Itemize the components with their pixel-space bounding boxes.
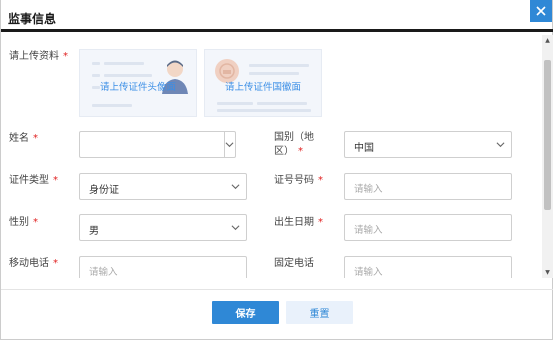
reset-button[interactable]: 重置: [286, 301, 353, 324]
mobile-label: 移动电话 *: [9, 258, 58, 269]
id-type-select[interactable]: 身份证: [79, 173, 247, 200]
dialog-title: 监事信息: [8, 12, 57, 26]
nationality-select[interactable]: 中国: [344, 131, 512, 158]
upload-back-text: 请上传证件国徽面: [224, 82, 301, 93]
dialog: 监事信息 请上传资料 * 请上传证件头像面 请上传证件国徽面 姓名 * 国别（地…: [0, 0, 553, 340]
name-label: 姓名 *: [9, 133, 38, 144]
name-field[interactable]: [79, 131, 236, 158]
chevron-down-icon: [496, 142, 505, 148]
form-body: 请上传资料 * 请上传证件头像面 请上传证件国徽面 姓名 * 国别（地 区） *…: [1, 35, 542, 278]
upload-id-front[interactable]: 请上传证件头像面: [79, 49, 197, 117]
id-number-label: 证号号码 *: [274, 175, 323, 186]
upload-front-text: 请上传证件头像面: [99, 82, 176, 93]
close-button[interactable]: [530, 0, 552, 22]
scroll-down-icon[interactable]: ▼: [542, 267, 553, 278]
birth-date-input[interactable]: 请输入: [344, 214, 512, 241]
gender-label: 性别 *: [9, 217, 38, 228]
chevron-down-icon: [231, 184, 240, 190]
landline-label: 固定电话: [274, 258, 314, 269]
footer-divider: [1, 289, 553, 290]
upload-label: 请上传资料 *: [9, 51, 68, 62]
scroll-thumb[interactable]: [544, 60, 551, 210]
scroll-up-icon[interactable]: ▲: [542, 35, 553, 46]
dialog-header: 监事信息: [1, 0, 553, 32]
nationality-label: 国别（地 区） *: [274, 132, 314, 157]
birth-date-label: 出生日期 *: [274, 217, 323, 228]
landline-input[interactable]: 请输入: [344, 256, 512, 278]
save-button[interactable]: 保存: [212, 301, 279, 324]
id-type-label: 证件类型 *: [9, 175, 58, 186]
chevron-down-icon: [231, 225, 240, 231]
mobile-input[interactable]: 请输入: [79, 256, 247, 278]
vertical-scrollbar[interactable]: ▲ ▼: [542, 35, 553, 278]
chevron-down-icon: [225, 142, 234, 148]
close-icon: [536, 6, 546, 16]
upload-id-back[interactable]: 请上传证件国徽面: [204, 49, 322, 117]
id-number-input[interactable]: 请输入: [344, 173, 512, 200]
gender-select[interactable]: 男: [79, 214, 247, 241]
